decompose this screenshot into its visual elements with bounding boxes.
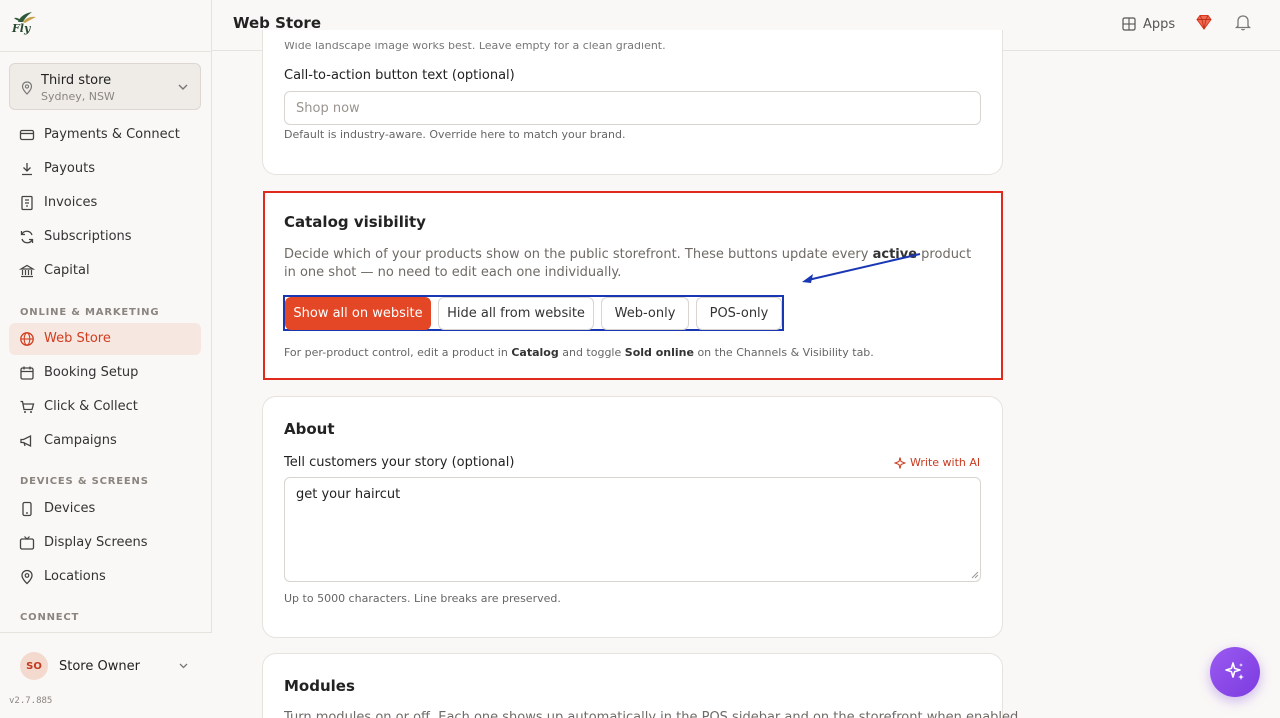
about-title: About xyxy=(284,420,335,438)
user-name: Store Owner xyxy=(59,659,140,674)
sidebar-item-invoices[interactable]: Invoices xyxy=(9,187,201,219)
store-location: Sydney, NSW xyxy=(41,90,115,103)
invoice-icon xyxy=(21,195,33,211)
store-selector[interactable]: Third store Sydney, NSW xyxy=(9,63,201,110)
store-name: Third store xyxy=(41,73,112,88)
sidebar-item-locations[interactable]: Locations xyxy=(9,561,201,593)
pos-only-button[interactable]: POS-only xyxy=(696,297,782,330)
sidebar-item-click-collect[interactable]: Click & Collect xyxy=(9,391,201,423)
catalog-hint: For per-product control, edit a product … xyxy=(284,346,874,359)
modules-title: Modules xyxy=(284,677,355,695)
web-only-button[interactable]: Web-only xyxy=(601,297,689,330)
grid-icon xyxy=(1122,17,1136,31)
sidebar-item-payouts[interactable]: Payouts xyxy=(9,153,201,185)
sidebar-item-campaigns[interactable]: Campaigns xyxy=(9,425,201,457)
sidebar-item-label: Click & Collect xyxy=(44,399,138,414)
user-menu[interactable]: SO Store Owner v2.7.885 xyxy=(0,632,212,718)
cta-hint: Default is industry-aware. Override here… xyxy=(284,128,626,141)
section-label-connect: CONNECT xyxy=(20,612,80,623)
catalog-title: Catalog visibility xyxy=(284,213,426,231)
avatar: SO xyxy=(20,652,48,680)
globe-icon xyxy=(20,332,34,346)
annotation-arrow-icon xyxy=(802,253,921,283)
sidebar-item-label: Devices xyxy=(44,501,96,516)
story-label: Tell customers your story (optional) xyxy=(284,455,515,470)
divider xyxy=(0,51,212,52)
gem-icon[interactable] xyxy=(1195,13,1213,31)
tv-icon xyxy=(19,536,35,550)
apps-label: Apps xyxy=(1143,16,1176,32)
modules-card xyxy=(262,653,1003,718)
sidebar-item-label: Payments & Connect xyxy=(44,127,180,142)
sidebar-item-label: Campaigns xyxy=(44,433,117,448)
sidebar-item-label: Payouts xyxy=(44,161,95,176)
write-with-ai-button[interactable]: Write with AI xyxy=(894,456,980,469)
section-label-online: ONLINE & MARKETING xyxy=(20,307,160,318)
sidebar-item-display-screens[interactable]: Display Screens xyxy=(9,527,201,559)
megaphone-icon xyxy=(20,434,32,448)
refresh-icon xyxy=(20,230,34,244)
sidebar-item-label: Locations xyxy=(44,569,106,584)
sidebar-item-label: Capital xyxy=(44,263,90,278)
hide-all-button[interactable]: Hide all from website xyxy=(438,297,594,330)
story-textarea[interactable] xyxy=(284,477,981,582)
sidebar-item-label: Booking Setup xyxy=(44,365,139,380)
sidebar-item-capital[interactable]: Capital xyxy=(9,255,201,287)
apps-button[interactable]: Apps xyxy=(1122,14,1175,34)
calendar-icon xyxy=(20,366,34,380)
sidebar-item-web-store[interactable]: Web Store xyxy=(9,323,201,355)
sidebar-item-devices[interactable]: Devices xyxy=(9,493,201,525)
sidebar-item-subscriptions[interactable]: Subscriptions xyxy=(9,221,201,253)
sparkle-icon xyxy=(894,456,906,469)
ai-label: Write with AI xyxy=(910,456,981,469)
hero-image-hint: Wide landscape image works best. Leave e… xyxy=(284,42,666,52)
story-hint: Up to 5000 characters. Line breaks are p… xyxy=(284,592,561,605)
chevron-down-icon xyxy=(179,663,188,669)
cart-icon xyxy=(20,400,35,413)
pin-icon xyxy=(21,569,33,585)
sidebar-item-booking-setup[interactable]: Booking Setup xyxy=(9,357,201,389)
section-label-devices: DEVICES & SCREENS xyxy=(20,476,149,487)
download-icon xyxy=(22,163,32,176)
app-version: v2.7.885 xyxy=(9,696,53,706)
bell-icon[interactable] xyxy=(1235,13,1251,31)
cta-label: Call-to-action button text (optional) xyxy=(284,68,515,83)
logo-text: Fly xyxy=(12,22,31,35)
sidebar-item-label: Invoices xyxy=(44,195,98,210)
sidebar-item-label: Web Store xyxy=(44,331,111,346)
chevron-down-icon xyxy=(178,84,188,90)
modules-description: Turn modules on or off. Each one shows u… xyxy=(284,711,1022,718)
sidebar-item-label: Subscriptions xyxy=(44,229,132,244)
location-pin-icon xyxy=(21,81,33,95)
bank-icon xyxy=(19,264,35,278)
sparkles-icon xyxy=(1225,662,1244,680)
sidebar-item-payments[interactable]: Payments & Connect xyxy=(9,119,201,151)
ai-assistant-button[interactable] xyxy=(1210,647,1260,697)
sidebar: Fly Third store Sydney, NSW Payments & C… xyxy=(0,0,212,718)
phone-icon xyxy=(22,501,32,517)
show-all-button[interactable]: Show all on website xyxy=(285,297,431,330)
card-icon xyxy=(19,129,35,141)
resize-grip-icon[interactable] xyxy=(970,570,979,579)
cta-text-input[interactable] xyxy=(284,91,981,125)
sidebar-item-label: Display Screens xyxy=(44,535,148,550)
